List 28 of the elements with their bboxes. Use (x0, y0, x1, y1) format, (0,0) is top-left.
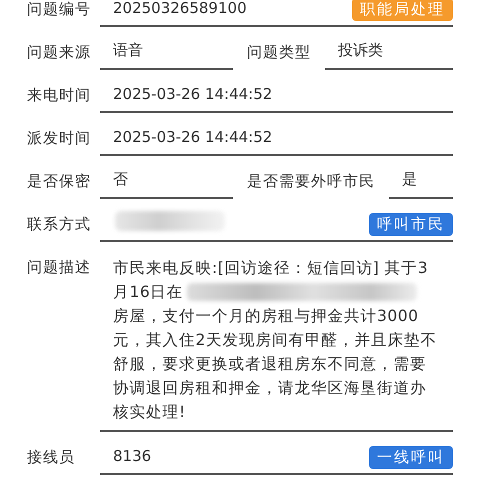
field-label: 是否需要外呼市民 (246, 172, 376, 192)
description-line: 舒服，要求更换或者退租房东不同意，需要 (113, 354, 426, 375)
description-line: 房屋，支付一个月的房租与押金共计3000 (113, 306, 418, 327)
description-line: 协调退回房租和押金，请龙华区海垦街道办 (113, 378, 426, 399)
field-label: 派发时间 (27, 129, 92, 149)
field-value: 2025-03-26 14:44:52 (112, 85, 272, 105)
action-button[interactable]: 职能局处理 (352, 0, 453, 21)
description-line: 月16日在 (113, 282, 184, 303)
action-button[interactable]: 一线呼叫 (369, 446, 453, 469)
field-value: 是 (401, 170, 417, 190)
field-value: 语音 (112, 41, 143, 61)
field-label: 问题来源 (27, 43, 92, 63)
description-line: 元，其入住2天发现房间有甲醛，并且床垫不 (113, 330, 437, 351)
field-label: 是否保密 (27, 172, 92, 192)
field-label: 接线员 (27, 448, 76, 468)
action-button[interactable]: 呼叫市民 (369, 213, 453, 236)
field-value: 否 (112, 170, 128, 190)
field-label: 联系方式 (27, 215, 92, 235)
field-value: 投诉类 (337, 41, 383, 61)
field-label: 问题类型 (246, 43, 312, 63)
field-value: 20250326589100 (112, 0, 247, 19)
description-line: 市民来电反映:[回访途径：短信回访] 其于3 (113, 258, 428, 279)
field-label: 问题描述 (27, 257, 92, 277)
field-label: 问题编号 (27, 0, 92, 20)
field-value: 8136 (112, 447, 152, 467)
field-value: 2025-03-26 14:44:52 (112, 128, 272, 148)
description-line: 核实处理! (113, 402, 186, 423)
field-label: 来电时间 (27, 86, 92, 106)
